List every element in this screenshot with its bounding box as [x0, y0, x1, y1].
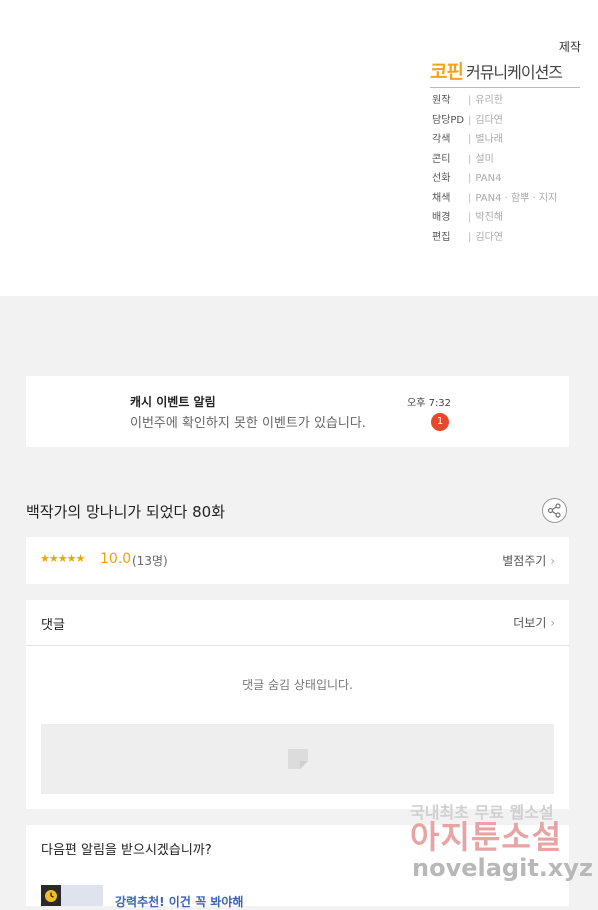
clock-icon	[41, 885, 61, 906]
promo-link[interactable]: 강력추천! 이건 꼭 봐야해	[115, 893, 243, 910]
rating-stars: ★★★★★	[40, 552, 85, 565]
credit-row: 선화 | PAN4	[432, 173, 502, 184]
watermark-url: novelagit.xyz	[412, 854, 594, 882]
credit-row: 채색 | PAN4 · 함뿌 · 지지	[432, 193, 558, 204]
image-placeholder-icon	[288, 749, 308, 769]
company-rest: 커뮤니케이션즈	[465, 63, 563, 82]
promo-thumbnail[interactable]	[61, 885, 103, 906]
comments-card: 댓글 더보기 › 댓글 숨김 상태입니다.	[26, 600, 569, 809]
notification-title: 캐시 이벤트 알림	[130, 395, 216, 409]
notification-badge: 1	[431, 413, 449, 431]
credit-row: 원작 | 유리한	[432, 95, 503, 106]
episode-title: 백작가의 망나니가 되었다 80화	[26, 503, 225, 521]
share-icon	[547, 503, 561, 518]
watermark-brand: 아지툰소설	[410, 818, 563, 856]
next-episode-prompt: 다음편 알림을 받으시겠습니까?	[41, 843, 212, 858]
notification-card[interactable]: 캐시 이벤트 알림 이번주에 확인하지 못한 이벤트가 있습니다. 오후 7:3…	[26, 376, 569, 447]
rating-score: 10.0	[100, 551, 132, 567]
notification-body: 이번주에 확인하지 못한 이벤트가 있습니다.	[130, 416, 366, 431]
credits-panel: 제작 코핀 커뮤니케이션즈 원작 | 유리한 담당PD | 김다연 각색 | 별나래 콘티 | 설…	[0, 0, 598, 296]
notification-time: 오후 7:32	[407, 398, 452, 409]
rate-button[interactable]: 별점주기 ›	[502, 552, 555, 569]
comments-hidden-message: 댓글 숨김 상태입니다.	[242, 678, 353, 692]
rating-card: ★★★★★ 10.0 (13명) 별점주기 ›	[26, 537, 569, 584]
credit-row: 편집 | 김다연	[432, 232, 503, 243]
credit-row: 담당PD | 김다연	[432, 115, 503, 126]
credit-row: 배경 | 박진해	[432, 212, 503, 223]
comments-more-button[interactable]: 더보기 ›	[513, 614, 555, 631]
share-button[interactable]	[542, 498, 567, 523]
company-highlight: 코핀	[430, 61, 464, 83]
chevron-right-icon: ›	[550, 616, 555, 630]
production-company: 코핀 커뮤니케이션즈	[430, 57, 580, 88]
production-label: 제작	[558, 40, 581, 54]
credit-row: 콘티 | 설미	[432, 154, 494, 165]
divider	[26, 645, 569, 646]
comments-more-label: 더보기	[513, 616, 547, 630]
rating-count: (13명)	[132, 554, 168, 568]
comments-title: 댓글	[41, 618, 65, 633]
rate-button-label: 별점주기	[502, 554, 547, 568]
ad-placeholder	[41, 724, 554, 794]
credit-row: 각색 | 별나래	[432, 134, 503, 145]
chevron-right-icon: ›	[550, 554, 555, 568]
